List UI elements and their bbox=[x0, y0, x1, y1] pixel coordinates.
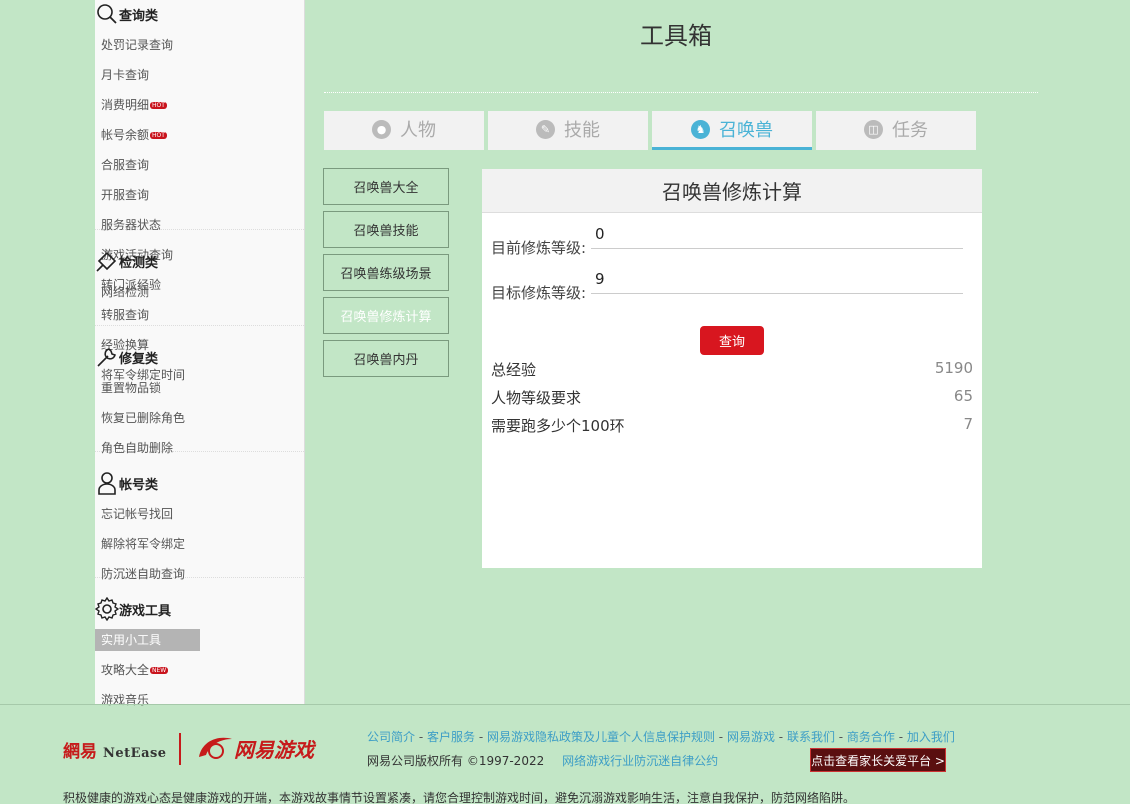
logo-separator bbox=[179, 733, 181, 765]
query-button[interactable]: 查询 bbox=[700, 326, 764, 355]
result-value: 65 bbox=[953, 387, 973, 405]
result-row-level-required: 人物等级要求 65 bbox=[491, 387, 973, 408]
panel-title: 召唤兽修炼计算 bbox=[482, 169, 982, 213]
hot-badge: HOT bbox=[150, 132, 167, 139]
copyright-text: 网易公司版权所有 ©1997-2022 bbox=[367, 754, 545, 768]
link-account-recovery[interactable]: 忘记帐号找回 bbox=[95, 499, 200, 529]
footer-link[interactable]: 联系我们 bbox=[787, 730, 835, 744]
link-restore-deleted-role[interactable]: 恢复已删除角色 bbox=[95, 403, 200, 433]
title-divider bbox=[324, 92, 1038, 93]
parent-care-platform-button[interactable]: 点击查看家长关爱平台 > bbox=[810, 748, 946, 772]
category-repair: 修复类 重置物品锁 恢复已删除角色 角色自助删除 bbox=[95, 326, 304, 455]
link-utility-tools[interactable]: 实用小工具 bbox=[95, 629, 200, 651]
result-label: 人物等级要求 bbox=[491, 389, 582, 407]
pin-icon bbox=[95, 249, 119, 273]
skill-icon: ✎ bbox=[536, 119, 555, 139]
gear-icon bbox=[95, 597, 119, 621]
category-header: 修复类 bbox=[95, 343, 304, 371]
category-title: 检测类 bbox=[119, 255, 159, 271]
category-title: 帐号类 bbox=[119, 477, 159, 493]
footer-link[interactable]: 公司简介 bbox=[367, 730, 415, 744]
target-level-row: 目标修炼等级: bbox=[491, 282, 586, 303]
target-level-input[interactable]: 9 bbox=[591, 270, 963, 294]
category-query: 查询类 处罚记录查询 月卡查询 消费明细 HOT 帐号余额 HOT 合服查询 开服查… bbox=[95, 0, 304, 382]
result-value: 7 bbox=[963, 415, 973, 433]
link-open-server[interactable]: 开服查询 bbox=[95, 180, 200, 210]
target-level-label: 目标修炼等级: bbox=[491, 284, 587, 302]
copyright-line: 网易公司版权所有 ©1997-2022 网络游戏行业防沉迷自律公约 bbox=[367, 752, 718, 769]
tab-character[interactable]: ● 人物 bbox=[324, 111, 484, 150]
tab-quest[interactable]: ◫ 任务 bbox=[816, 111, 976, 150]
link-reset-item-lock[interactable]: 重置物品锁 bbox=[95, 373, 200, 403]
footer-link[interactable]: 商务合作 bbox=[847, 730, 895, 744]
current-level-row: 目前修炼等级: bbox=[491, 237, 586, 258]
footer-link[interactable]: 加入我们 bbox=[907, 730, 955, 744]
current-level-input[interactable]: 0 bbox=[591, 225, 963, 249]
link-strategy-guide[interactable]: 攻略大全 NEW bbox=[95, 655, 200, 685]
new-badge: NEW bbox=[150, 667, 169, 674]
category-header: 游戏工具 bbox=[95, 595, 304, 623]
book-icon: ◫ bbox=[864, 119, 883, 139]
netease-logo-cn: 網易 bbox=[63, 742, 97, 762]
link-monthly-card[interactable]: 月卡查询 bbox=[95, 60, 200, 90]
current-level-label: 目前修炼等级: bbox=[491, 239, 587, 257]
hot-badge: HOT bbox=[150, 102, 167, 109]
sub-navigation: 召唤兽大全 召唤兽技能 召唤兽练级场景 召唤兽修炼计算 召唤兽内丹 bbox=[323, 168, 449, 383]
subnav-beast-cultivation-calc[interactable]: 召唤兽修炼计算 bbox=[323, 297, 449, 334]
page-title: 工具箱 bbox=[640, 22, 712, 50]
healthy-gaming-notice: 积极健康的游戏心态是健康游戏的开端，本游戏故事情节设置紧凑，请您合理控制游戏时间… bbox=[63, 791, 856, 804]
footer-link[interactable]: 客户服务 bbox=[427, 730, 475, 744]
cultivation-calculator-panel: 召唤兽修炼计算 目前修炼等级: 0 目标修炼等级: 9 查询 总经验 5190 … bbox=[482, 169, 982, 568]
netease-games-emblem-icon bbox=[199, 737, 232, 759]
result-value: 5190 bbox=[934, 359, 973, 377]
user-icon bbox=[95, 471, 119, 495]
search-icon bbox=[95, 2, 119, 26]
person-icon: ● bbox=[372, 119, 391, 139]
subnav-beast-leveling-scenes[interactable]: 召唤兽练级场景 bbox=[323, 254, 449, 291]
tab-summon-beast[interactable]: ♞ 召唤兽 bbox=[652, 111, 812, 150]
category-game-tools: 游戏工具 实用小工具 攻略大全 NEW 游戏音乐 bbox=[95, 578, 304, 715]
wrench-icon bbox=[95, 345, 119, 369]
netease-logo-en: NetEase bbox=[103, 746, 167, 761]
footer-link[interactable]: 网易游戏隐私政策及儿童个人信息保护规则 bbox=[487, 730, 715, 744]
category-detect: 检测类 网络检测 bbox=[95, 230, 304, 325]
sidebar: 查询类 处罚记录查询 月卡查询 消费明细 HOT 帐号余额 HOT 合服查询 开服查… bbox=[95, 0, 305, 707]
category-title: 游戏工具 bbox=[119, 603, 172, 619]
result-label: 总经验 bbox=[491, 361, 537, 379]
footer-links: 公司简介 - 客户服务 - 网易游戏隐私政策及儿童个人信息保护规则 - 网易游戏… bbox=[367, 730, 955, 744]
footer-link[interactable]: 网易游戏 bbox=[727, 730, 775, 744]
link-game-music[interactable]: 游戏音乐 bbox=[95, 685, 200, 715]
link-penalty-record[interactable]: 处罚记录查询 bbox=[95, 30, 200, 60]
link-network-test[interactable]: 网络检测 bbox=[95, 277, 200, 307]
subnav-beast-inner-core[interactable]: 召唤兽内丹 bbox=[323, 340, 449, 377]
result-row-100-rings: 需要跑多少个100环 7 bbox=[491, 415, 973, 436]
netease-logo[interactable]: 網易 NetEase bbox=[63, 737, 167, 762]
anti-addiction-convention-link[interactable]: 网络游戏行业防沉迷自律公约 bbox=[562, 754, 718, 768]
pet-icon: ♞ bbox=[691, 119, 710, 139]
link-account-balance[interactable]: 帐号余额 HOT bbox=[95, 120, 200, 150]
footer-divider bbox=[0, 704, 1130, 705]
subnav-beast-encyclopedia[interactable]: 召唤兽大全 bbox=[323, 168, 449, 205]
link-unbind-token[interactable]: 解除将军令绑定 bbox=[95, 529, 200, 559]
category-account: 帐号类 忘记帐号找回 解除将军令绑定 防沉迷自助查询 bbox=[95, 452, 304, 581]
link-merge-server[interactable]: 合服查询 bbox=[95, 150, 200, 180]
netease-games-text: 网易游戏 bbox=[234, 737, 314, 762]
tab-skill[interactable]: ✎ 技能 bbox=[488, 111, 648, 150]
category-title: 修复类 bbox=[119, 351, 159, 367]
category-title: 查询类 bbox=[119, 8, 159, 24]
category-header: 查询类 bbox=[95, 0, 304, 28]
result-label: 需要跑多少个100环 bbox=[491, 417, 625, 435]
tab-bar: ● 人物 ✎ 技能 ♞ 召唤兽 ◫ 任务 bbox=[324, 111, 980, 150]
category-header: 检测类 bbox=[95, 247, 304, 275]
category-header: 帐号类 bbox=[95, 469, 304, 497]
link-consumption-detail[interactable]: 消费明细 HOT bbox=[95, 90, 200, 120]
subnav-beast-skills[interactable]: 召唤兽技能 bbox=[323, 211, 449, 248]
result-row-total-exp: 总经验 5190 bbox=[491, 359, 973, 380]
netease-games-logo[interactable]: 网易游戏 bbox=[196, 733, 314, 763]
